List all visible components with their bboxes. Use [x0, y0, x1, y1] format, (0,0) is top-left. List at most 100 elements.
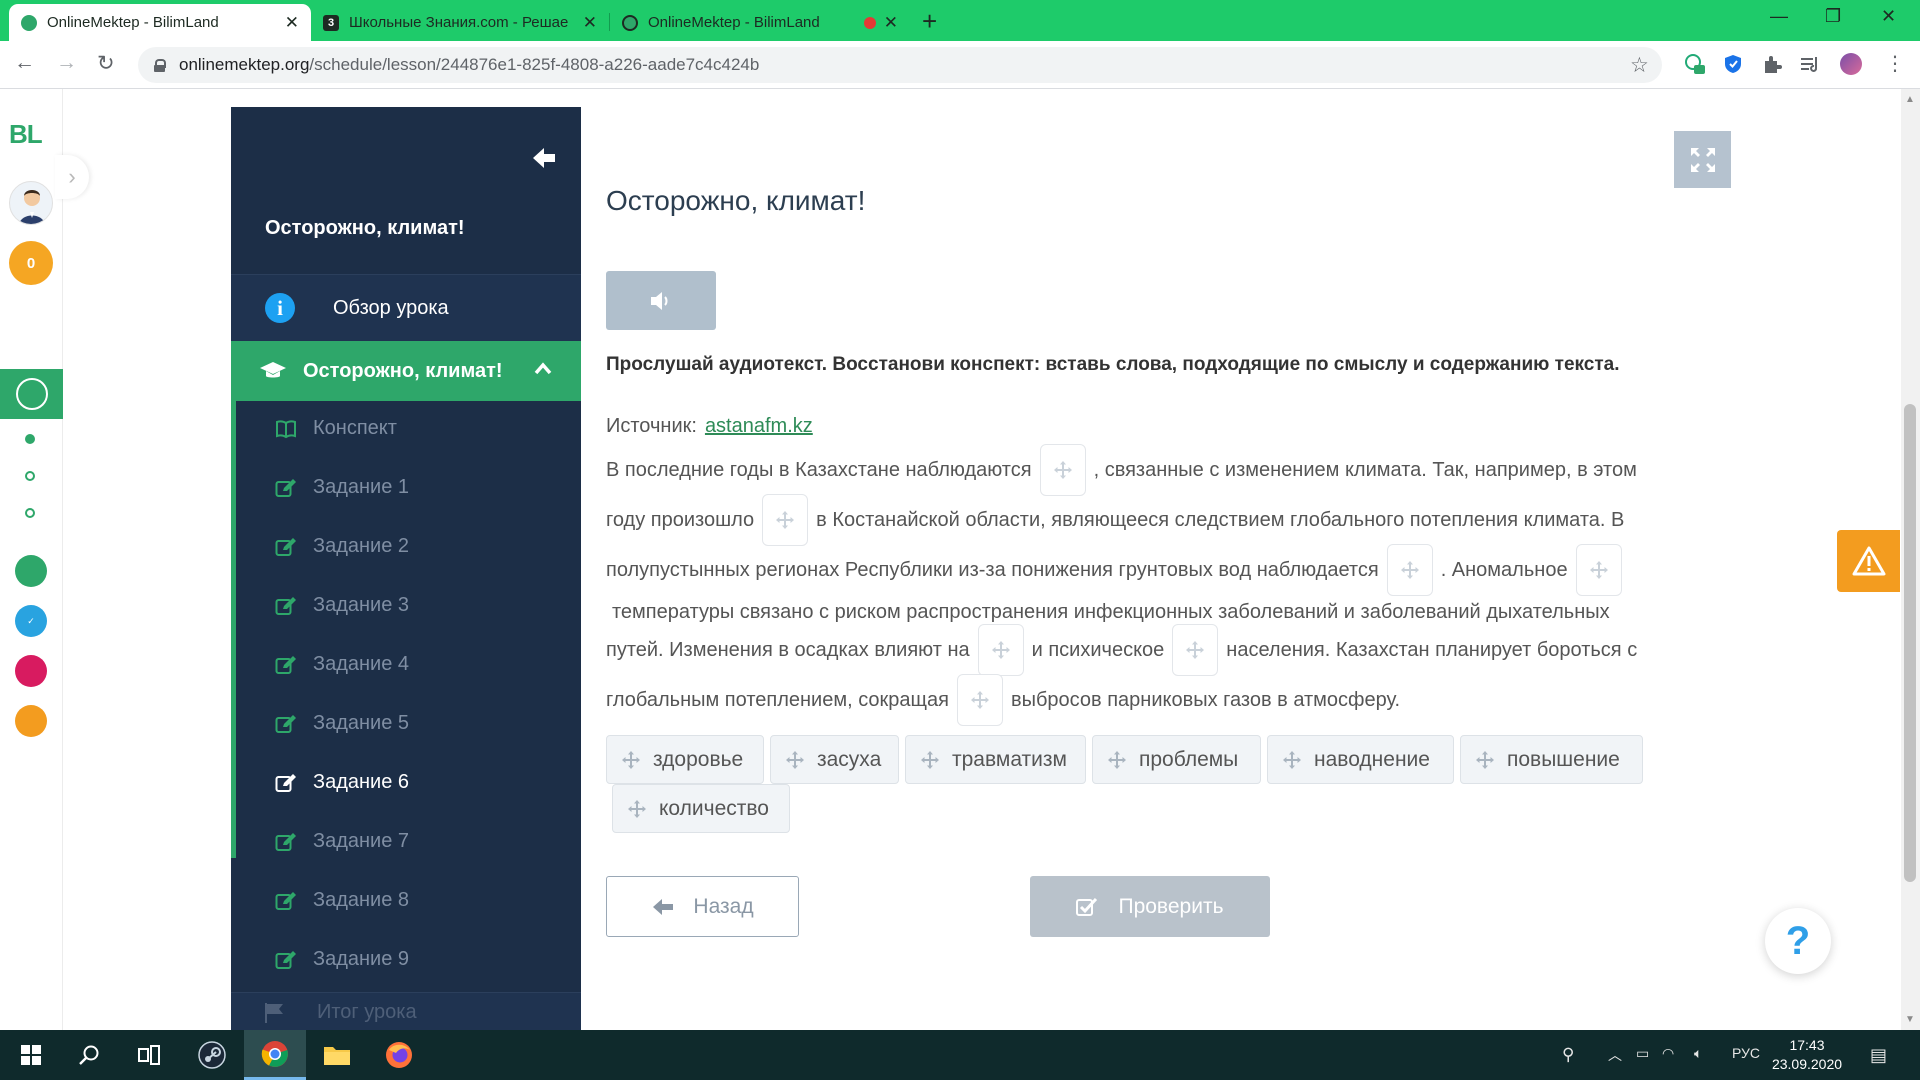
back-button[interactable]: Назад [606, 876, 799, 937]
help-button[interactable]: ? [1765, 908, 1831, 974]
nav-item-task[interactable]: Конспект [231, 399, 581, 458]
address-bar[interactable]: onlinemektep.org/schedule/lesson/244876e… [138, 47, 1662, 83]
mektep-app-icon[interactable] [15, 705, 47, 737]
close-tab-icon[interactable]: ✕ [583, 13, 597, 33]
draggable-word-chip[interactable]: здоровье [606, 735, 764, 784]
nav-item-label: Задание 5 [313, 712, 410, 734]
nav-item-summary[interactable]: Итог урока [231, 992, 581, 1030]
new-tab-icon[interactable]: + [922, 6, 937, 37]
extension-es-icon[interactable] [1684, 53, 1706, 75]
close-tab-icon[interactable]: ✕ [285, 13, 299, 33]
forward-arrow-icon[interactable]: → [56, 51, 77, 75]
nav-item-task[interactable]: Задание 2 [231, 517, 581, 576]
back-arrow-icon[interactable]: ← [14, 51, 35, 75]
clock[interactable]: 17:43 23.09.2020 [1762, 1036, 1852, 1074]
nav-item-task[interactable]: Задание 9 [231, 930, 581, 989]
browser-tab-znaniya[interactable]: 3 Школьные Знания.com - Решае ✕ [311, 4, 609, 41]
drop-slot[interactable] [956, 674, 1003, 726]
steam-logo-icon [198, 1041, 226, 1069]
reload-icon[interactable]: ↻ [97, 51, 115, 76]
arrow-left-icon [653, 898, 674, 915]
restore-icon[interactable]: ❐ [1825, 6, 1841, 27]
file-explorer-icon[interactable] [306, 1030, 368, 1080]
rail-dot[interactable] [25, 508, 35, 518]
chevron-up-icon[interactable] [533, 359, 553, 379]
firefox-app-icon[interactable] [368, 1030, 430, 1080]
folder-icon [324, 1047, 350, 1065]
move-icon [1186, 641, 1205, 659]
rail-dot-active[interactable] [25, 434, 35, 444]
draggable-word-chip[interactable]: проблемы [1092, 735, 1261, 784]
bookmark-star-icon[interactable]: ☆ [1630, 53, 1649, 78]
nav-item-task[interactable]: Задание 1 [231, 458, 581, 517]
battery-icon[interactable]: ▭ [1636, 1045, 1649, 1062]
check-button[interactable]: Проверить [1030, 876, 1270, 937]
people-icon[interactable]: ⚲ [1562, 1045, 1574, 1065]
report-issue-button[interactable] [1837, 530, 1900, 592]
move-icon [970, 691, 989, 709]
nav-item-task[interactable]: Задание 4 [231, 635, 581, 694]
chevron-up-tray-icon[interactable]: ︿ [1608, 1045, 1622, 1065]
expand-rail-chevron-icon[interactable]: › [55, 155, 89, 199]
drop-slot[interactable] [977, 624, 1024, 676]
user-avatar[interactable] [9, 181, 53, 225]
nav-section-current-lesson[interactable]: Осторожно, климат! [231, 341, 581, 401]
scroll-down-icon[interactable]: ▼ [1904, 1014, 1916, 1025]
bilimland-app-icon[interactable] [15, 555, 47, 587]
source-link[interactable]: astanafm.kz [705, 415, 813, 437]
info-icon: i [265, 293, 295, 323]
nav-item-overview[interactable]: i Обзор урока [231, 275, 581, 341]
drop-slot[interactable] [1386, 544, 1433, 596]
nav-item-label: Задание 2 [313, 535, 410, 557]
chrome-app-icon[interactable] [244, 1030, 306, 1080]
browser-tab-onlinemektep-2[interactable]: OnlineMektep - BilimLand ✕ [610, 4, 910, 41]
drop-slot[interactable] [1039, 444, 1086, 496]
flag-icon [265, 1002, 283, 1023]
draggable-word-chip[interactable]: травматизм [905, 735, 1086, 784]
task-view-icon[interactable] [118, 1030, 180, 1080]
menu-kebab-icon[interactable]: ⋮ [1885, 51, 1905, 76]
play-audio-button[interactable] [606, 271, 716, 330]
volume-icon[interactable]: 🔈︎ [1694, 1045, 1702, 1062]
draggable-word-chip[interactable]: количество [612, 784, 790, 833]
language-indicator[interactable]: РУС [1732, 1045, 1760, 1061]
scrollbar-thumb[interactable] [1904, 404, 1916, 882]
coins-badge[interactable]: 0 [9, 241, 53, 285]
drop-slot[interactable] [1172, 624, 1219, 676]
edit-icon [275, 537, 296, 556]
fullscreen-button[interactable] [1674, 131, 1731, 188]
scroll-up-icon[interactable]: ▲ [1904, 94, 1916, 105]
nav-item-icon-wrap [275, 832, 297, 852]
nav-item-icon-wrap [275, 419, 297, 439]
nav-item-task[interactable]: Задание 6 [231, 753, 581, 812]
browser-tab-onlinemektep[interactable]: OnlineMektep - BilimLand ✕ [9, 4, 311, 41]
wifi-icon[interactable]: ◠ [1662, 1045, 1674, 1062]
media-controls-icon[interactable] [1799, 53, 1821, 75]
move-icon [786, 750, 804, 769]
drop-slot[interactable] [1575, 544, 1622, 596]
nav-item-task[interactable]: Задание 8 [231, 871, 581, 930]
close-tab-icon[interactable]: ✕ [884, 13, 898, 33]
draggable-word-chip[interactable]: повышение [1460, 735, 1643, 784]
start-button[interactable] [0, 1030, 62, 1080]
steam-app-icon[interactable] [181, 1030, 243, 1080]
notifications-icon[interactable]: ▤ [1870, 1045, 1887, 1066]
minimize-icon[interactable]: — [1770, 6, 1788, 27]
twig-app-icon[interactable] [15, 655, 47, 687]
bilimland-logo[interactable]: BL [9, 119, 43, 150]
close-window-icon[interactable]: ✕ [1881, 6, 1896, 27]
rail-item-online-mektep[interactable] [0, 369, 63, 419]
nav-item-task[interactable]: Задание 3 [231, 576, 581, 635]
nav-item-task[interactable]: Задание 7 [231, 812, 581, 871]
itest-app-icon[interactable]: ✓ [15, 605, 47, 637]
draggable-word-chip[interactable]: засуха [770, 735, 899, 784]
draggable-word-chip[interactable]: наводнение [1267, 735, 1454, 784]
nav-item-task[interactable]: Задание 5 [231, 694, 581, 753]
profile-avatar[interactable] [1840, 53, 1862, 75]
arrow-left-icon[interactable] [529, 143, 559, 173]
shield-extension-icon[interactable] [1722, 53, 1744, 75]
search-icon[interactable] [58, 1030, 120, 1080]
rail-dot[interactable] [25, 471, 35, 481]
drop-slot[interactable] [762, 494, 809, 546]
puzzle-extension-icon[interactable] [1761, 53, 1783, 75]
